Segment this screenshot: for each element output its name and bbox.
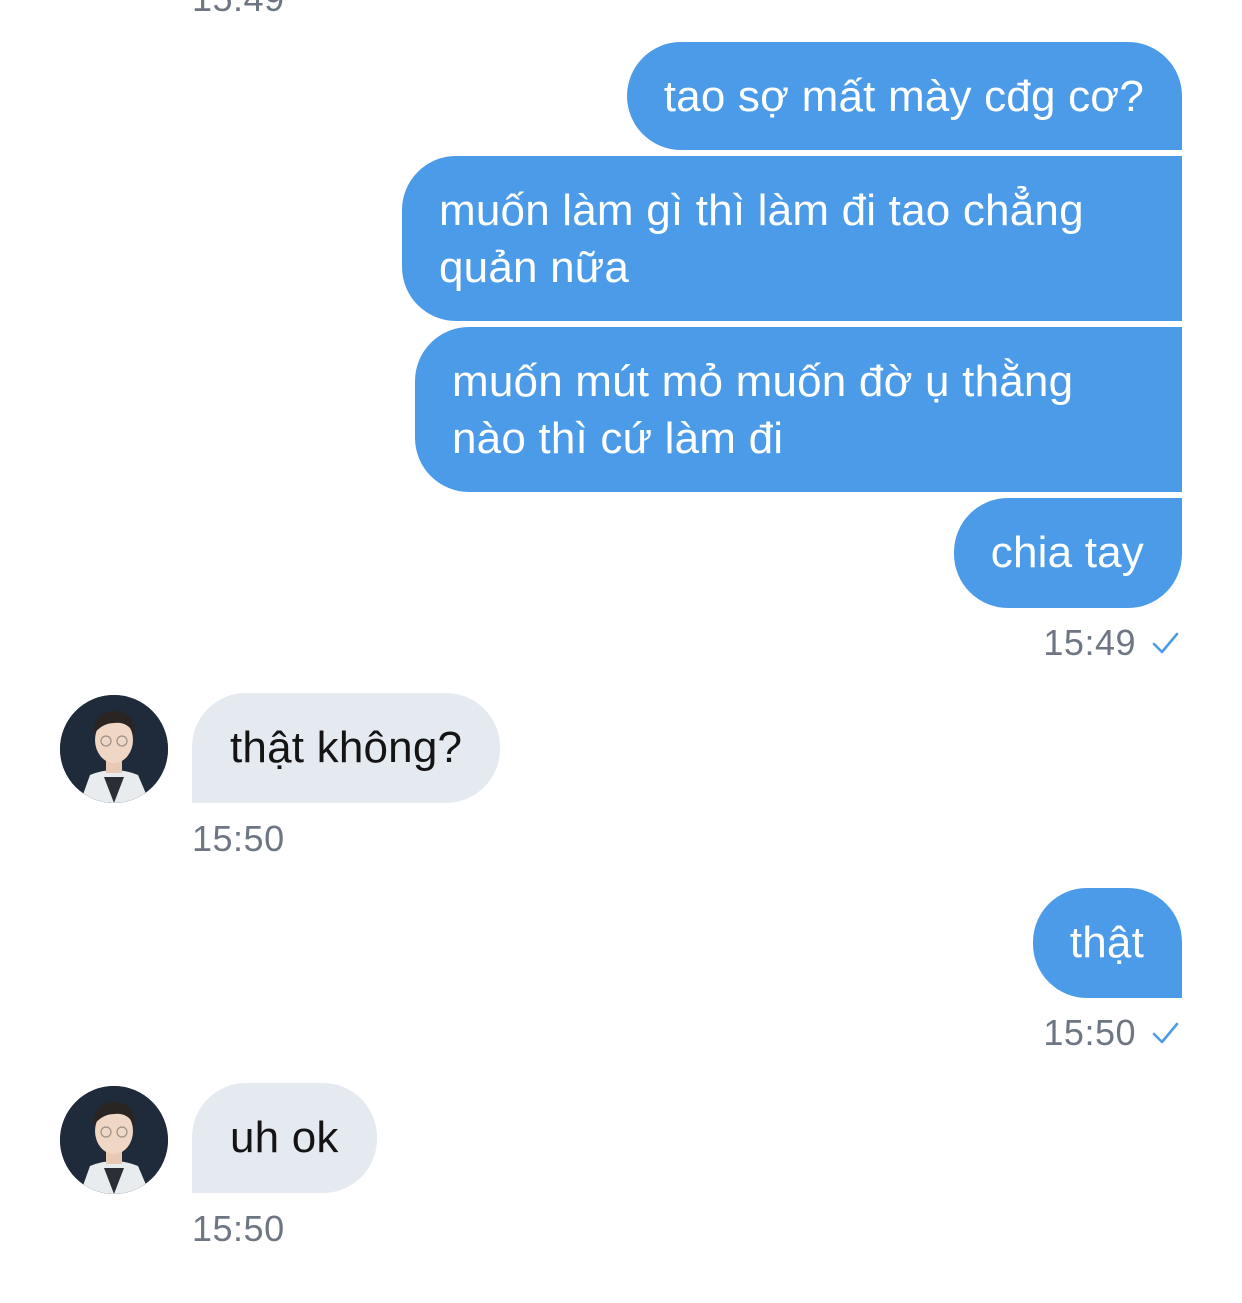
avatar-image — [60, 695, 168, 803]
avatar[interactable] — [60, 695, 168, 803]
outgoing-message[interactable]: muốn mút mỏ muốn đờ ụ thằng nào thì cứ l… — [415, 327, 1182, 492]
outgoing-message[interactable]: tao sợ mất mày cđg cơ? — [626, 42, 1182, 150]
outgoing-message[interactable]: chia tay — [953, 498, 1182, 608]
timestamp: 15:50 — [1043, 1012, 1180, 1054]
avatar-image — [60, 1086, 168, 1194]
incoming-message[interactable]: uh ok — [192, 1083, 377, 1193]
check-icon — [1152, 1022, 1179, 1044]
outgoing-message[interactable]: thật — [1032, 888, 1182, 998]
timestamp: 15:50 — [192, 1208, 285, 1249]
avatar[interactable] — [60, 1086, 168, 1194]
timestamp: 15:50 — [192, 818, 285, 859]
timestamp-text: 15:50 — [1043, 1012, 1136, 1053]
timestamp: 15:49 — [1043, 622, 1180, 664]
check-icon — [1152, 632, 1179, 654]
timestamp: 15:49 — [192, 0, 285, 20]
outgoing-message[interactable]: muốn làm gì thì làm đi tao chẳng quản nữ… — [402, 156, 1182, 321]
incoming-message[interactable]: thật không? — [192, 693, 501, 803]
timestamp-text: 15:49 — [1043, 622, 1136, 663]
chat-history[interactable]: 15:49 tao sợ mất mày cđg cơ? muốn làm gì… — [0, 0, 1242, 1303]
